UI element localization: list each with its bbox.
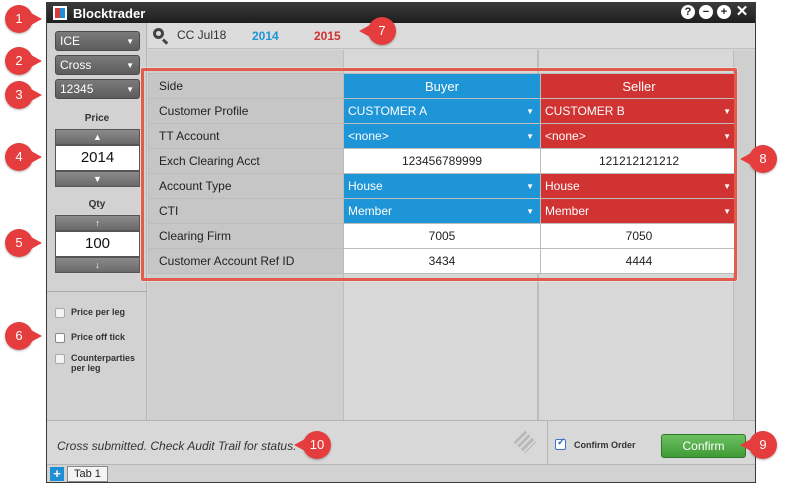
help-icon[interactable]: ? [681,5,695,19]
minimize-icon[interactable]: − [699,5,713,19]
callout-badge: 9 [740,431,777,459]
callout-badge: 3 [5,81,42,109]
tt-logo-icon [513,430,537,454]
callout-badge: 2 [5,47,42,75]
arrow-up-icon: ↑ [95,218,100,228]
add-tab-icon[interactable]: + [50,467,64,481]
order-type-dropdown[interactable]: Cross ▼ [55,55,140,75]
callout-badge: 6 [5,322,42,350]
callout-badge: 8 [740,145,777,173]
price-label: Price [84,113,110,124]
counterparties-per-leg-checkbox[interactable] [55,354,65,364]
grid-highlight-box [141,68,737,281]
callout-badge: 4 [5,143,42,171]
callout-badge: 7 [359,17,396,45]
qty-label: Qty [88,199,106,210]
title-bar: Blocktrader ? − + ✕ [47,3,755,23]
callout-badge: 5 [5,229,42,257]
left-panel: ICE ▼ Cross ▼ 12345 ▼ Price ▲ 2014 ▼ Qty… [47,23,147,464]
price-per-leg-checkbox[interactable] [55,308,65,318]
confirm-order-option[interactable]: Confirm Order [555,437,636,450]
price-off-tick-option[interactable]: Price off tick [55,332,125,343]
tab-1[interactable]: Tab 1 [67,466,108,482]
close-icon[interactable]: ✕ [735,4,749,19]
confirm-button[interactable]: Confirm [661,434,746,458]
account-value: 12345 [60,82,94,96]
price-down-button[interactable]: ▼ [55,171,140,187]
divider [547,421,548,465]
price-up-button[interactable]: ▲ [55,129,140,145]
buy-price: 2014 [252,29,279,43]
price-per-leg-label: Price per leg [71,307,126,317]
divider [47,291,147,292]
price-per-leg-option[interactable]: Price per leg [55,307,125,318]
chevron-down-icon: ▼ [126,37,134,46]
window-controls: ? − + ✕ [681,4,749,19]
arrow-down-icon: ↓ [95,260,100,270]
search-icon[interactable] [153,28,169,45]
qty-input[interactable]: 100 [55,231,140,257]
price-off-tick-label: Price off tick [71,332,126,342]
exchange-dropdown[interactable]: ICE ▼ [55,31,140,51]
tab-bar: + Tab 1 [47,464,755,482]
order-type-value: Cross [60,58,92,72]
price-off-tick-checkbox[interactable] [55,333,65,343]
chevron-down-icon: ▼ [126,85,134,94]
app-logo-icon [53,6,67,20]
counterparties-per-leg-label: Counterparties per leg [71,353,136,373]
confirm-order-checkbox[interactable] [555,437,566,450]
sell-price: 2015 [314,29,341,43]
contract-toolbar: CC Jul18 2014 2015 [148,23,755,49]
maximize-icon[interactable]: + [717,5,731,19]
account-dropdown[interactable]: 12345 ▼ [55,79,140,99]
callout-badge: 10 [294,431,331,459]
qty-up-button[interactable]: ↑ [55,215,140,231]
caret-up-icon: ▲ [93,132,102,142]
counterparties-per-leg-option[interactable]: Counterparties per leg [55,353,141,373]
exchange-value: ICE [60,34,81,48]
status-bar: Cross submitted. Check Audit Trail for s… [47,420,755,465]
window-title: Blocktrader [73,6,146,21]
price-input[interactable]: 2014 [55,145,140,171]
caret-down-icon: ▼ [93,174,102,184]
confirm-order-label: Confirm Order [574,439,636,450]
chevron-down-icon: ▼ [126,61,134,70]
status-message: Cross submitted. Check Audit Trail for s… [57,439,297,453]
contract-name[interactable]: CC Jul18 [177,28,226,42]
callout-badge: 1 [5,5,42,33]
qty-down-button[interactable]: ↓ [55,257,140,273]
